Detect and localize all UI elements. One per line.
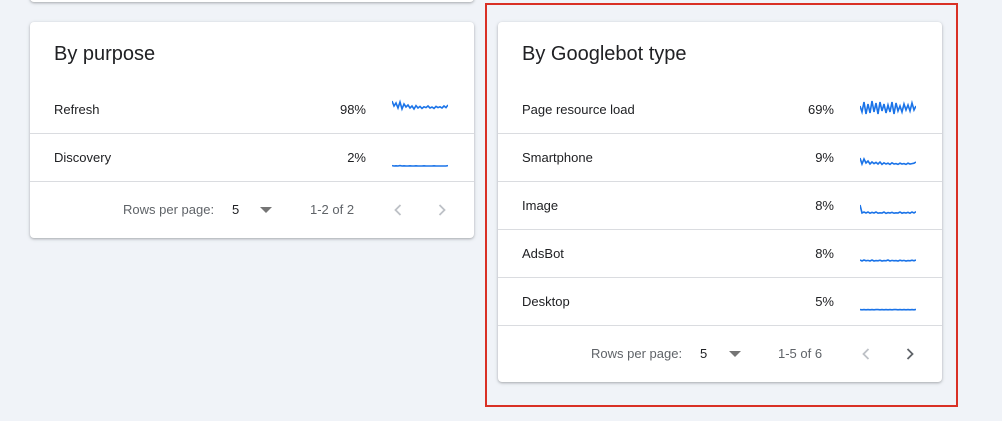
- table-row[interactable]: AdsBot 8%: [498, 230, 942, 278]
- sparkline-chart: [860, 259, 916, 262]
- table-row[interactable]: Discovery 2%: [30, 134, 474, 182]
- row-percent: 5%: [815, 294, 834, 309]
- row-label: Desktop: [522, 294, 570, 309]
- sparkline-series: [860, 259, 916, 262]
- sparkline-series: [860, 157, 916, 167]
- sparkline-chart: [392, 164, 448, 167]
- row-label: AdsBot: [522, 246, 564, 261]
- row-label: Smartphone: [522, 150, 593, 165]
- row-percent: 69%: [807, 102, 834, 117]
- sparkline-series: [392, 99, 448, 112]
- rows-per-page-label: Rows per page:: [591, 346, 683, 361]
- row-percent: 8%: [815, 246, 834, 261]
- arrow-drop-down-icon[interactable]: [260, 207, 272, 213]
- row-percent: 98%: [339, 102, 366, 117]
- sparkline-chart: [860, 308, 916, 311]
- card-title: By purpose: [54, 43, 156, 65]
- chevron-left-icon[interactable]: [856, 344, 876, 364]
- previous-card: [30, 0, 474, 2]
- arrow-drop-down-icon[interactable]: [729, 351, 741, 357]
- rows-per-page-select[interactable]: 5: [232, 182, 239, 238]
- table-row[interactable]: Smartphone 9%: [498, 134, 942, 182]
- pagination-range: 1-5 of 6: [778, 346, 823, 361]
- rows-per-page-label: Rows per page:: [123, 202, 215, 217]
- chevron-left-icon[interactable]: [388, 200, 408, 220]
- table-row[interactable]: Desktop 5%: [498, 278, 942, 326]
- row-percent: 2%: [347, 150, 366, 165]
- sparkline-chart: [392, 99, 448, 112]
- sparkline-chart: [860, 99, 916, 116]
- by-purpose-card: By purpose Refresh 98% Discovery 2% Rows…: [30, 22, 474, 238]
- pagination-footer: Rows per page: 5 1-2 of 2: [30, 182, 474, 238]
- row-label: Image: [522, 198, 559, 213]
- sparkline-chart: [860, 157, 916, 167]
- rows-per-page-select[interactable]: 5: [700, 326, 707, 382]
- sparkline-chart: [860, 204, 916, 215]
- table-row[interactable]: Page resource load 69%: [498, 86, 942, 134]
- row-label: Discovery: [54, 150, 112, 165]
- row-percent: 8%: [815, 198, 834, 213]
- row-label: Page resource load: [522, 102, 635, 117]
- sparkline-series: [860, 99, 916, 116]
- pagination-footer: Rows per page: 5 1-5 of 6: [498, 326, 942, 382]
- sparkline-series: [860, 204, 916, 215]
- table-row[interactable]: Image 8%: [498, 182, 942, 230]
- row-label: Refresh: [54, 102, 100, 117]
- card-title: By Googlebot type: [522, 43, 687, 65]
- by-googlebot-type-card: By Googlebot type Page resource load 69%…: [498, 22, 942, 382]
- pagination-range: 1-2 of 2: [310, 202, 355, 217]
- table-row[interactable]: Refresh 98%: [30, 86, 474, 134]
- chevron-right-icon[interactable]: [900, 344, 920, 364]
- chevron-right-icon[interactable]: [432, 200, 452, 220]
- row-percent: 9%: [815, 150, 834, 165]
